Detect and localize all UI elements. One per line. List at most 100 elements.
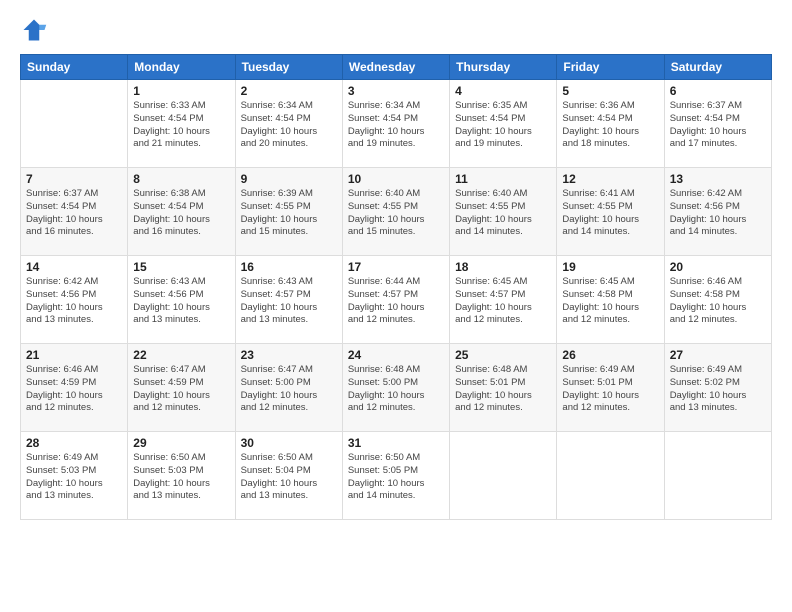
- day-number: 7: [26, 172, 122, 186]
- day-number: 14: [26, 260, 122, 274]
- col-header-saturday: Saturday: [664, 55, 771, 80]
- day-number: 16: [241, 260, 337, 274]
- day-number: 6: [670, 84, 766, 98]
- table-cell: [664, 432, 771, 520]
- col-header-sunday: Sunday: [21, 55, 128, 80]
- calendar-table: SundayMondayTuesdayWednesdayThursdayFrid…: [20, 54, 772, 520]
- table-cell: 27 Sunrise: 6:49 AM Sunset: 5:02 PM Dayli…: [664, 344, 771, 432]
- day-info: Sunrise: 6:34 AM Sunset: 4:54 PM Dayligh…: [241, 100, 337, 151]
- day-number: 19: [562, 260, 658, 274]
- table-cell: 26 Sunrise: 6:49 AM Sunset: 5:01 PM Dayli…: [557, 344, 664, 432]
- table-cell: 29 Sunrise: 6:50 AM Sunset: 5:03 PM Dayli…: [128, 432, 235, 520]
- logo: [20, 16, 52, 44]
- day-number: 18: [455, 260, 551, 274]
- table-cell: 17 Sunrise: 6:44 AM Sunset: 4:57 PM Dayli…: [342, 256, 449, 344]
- day-number: 24: [348, 348, 444, 362]
- table-cell: [557, 432, 664, 520]
- day-number: 20: [670, 260, 766, 274]
- day-number: 17: [348, 260, 444, 274]
- table-cell: 5 Sunrise: 6:36 AM Sunset: 4:54 PM Daylig…: [557, 80, 664, 168]
- day-number: 15: [133, 260, 229, 274]
- day-info: Sunrise: 6:34 AM Sunset: 4:54 PM Dayligh…: [348, 100, 444, 151]
- day-number: 12: [562, 172, 658, 186]
- day-info: Sunrise: 6:49 AM Sunset: 5:01 PM Dayligh…: [562, 364, 658, 415]
- table-cell: 11 Sunrise: 6:40 AM Sunset: 4:55 PM Dayli…: [450, 168, 557, 256]
- day-number: 28: [26, 436, 122, 450]
- day-info: Sunrise: 6:50 AM Sunset: 5:03 PM Dayligh…: [133, 452, 229, 503]
- day-number: 26: [562, 348, 658, 362]
- table-cell: 12 Sunrise: 6:41 AM Sunset: 4:55 PM Dayli…: [557, 168, 664, 256]
- day-info: Sunrise: 6:37 AM Sunset: 4:54 PM Dayligh…: [670, 100, 766, 151]
- day-info: Sunrise: 6:38 AM Sunset: 4:54 PM Dayligh…: [133, 188, 229, 239]
- day-number: 1: [133, 84, 229, 98]
- table-cell: 16 Sunrise: 6:43 AM Sunset: 4:57 PM Dayli…: [235, 256, 342, 344]
- day-info: Sunrise: 6:44 AM Sunset: 4:57 PM Dayligh…: [348, 276, 444, 327]
- day-info: Sunrise: 6:41 AM Sunset: 4:55 PM Dayligh…: [562, 188, 658, 239]
- page: SundayMondayTuesdayWednesdayThursdayFrid…: [0, 0, 792, 612]
- day-number: 31: [348, 436, 444, 450]
- table-cell: 31Sunrise: 6:50 AM Sunset: 5:05 PM Dayli…: [342, 432, 449, 520]
- day-info: Sunrise: 6:39 AM Sunset: 4:55 PM Dayligh…: [241, 188, 337, 239]
- day-info: Sunrise: 6:42 AM Sunset: 4:56 PM Dayligh…: [670, 188, 766, 239]
- day-number: 9: [241, 172, 337, 186]
- day-number: 25: [455, 348, 551, 362]
- table-cell: 4Sunrise: 6:35 AM Sunset: 4:54 PM Daylig…: [450, 80, 557, 168]
- day-number: 13: [670, 172, 766, 186]
- table-cell: 23 Sunrise: 6:47 AM Sunset: 5:00 PM Dayli…: [235, 344, 342, 432]
- day-number: 11: [455, 172, 551, 186]
- table-cell: 14 Sunrise: 6:42 AM Sunset: 4:56 PM Dayli…: [21, 256, 128, 344]
- table-cell: 22Sunrise: 6:47 AM Sunset: 4:59 PM Dayli…: [128, 344, 235, 432]
- table-cell: 30 Sunrise: 6:50 AM Sunset: 5:04 PM Dayli…: [235, 432, 342, 520]
- header: [20, 16, 772, 44]
- day-info: Sunrise: 6:46 AM Sunset: 4:58 PM Dayligh…: [670, 276, 766, 327]
- table-cell: 20 Sunrise: 6:46 AM Sunset: 4:58 PM Dayli…: [664, 256, 771, 344]
- day-info: Sunrise: 6:50 AM Sunset: 5:04 PM Dayligh…: [241, 452, 337, 503]
- day-info: Sunrise: 6:40 AM Sunset: 4:55 PM Dayligh…: [455, 188, 551, 239]
- table-cell: 7 Sunrise: 6:37 AM Sunset: 4:54 PM Daylig…: [21, 168, 128, 256]
- day-info: Sunrise: 6:49 AM Sunset: 5:03 PM Dayligh…: [26, 452, 122, 503]
- col-header-wednesday: Wednesday: [342, 55, 449, 80]
- day-number: 5: [562, 84, 658, 98]
- day-number: 29: [133, 436, 229, 450]
- table-cell: 18 Sunrise: 6:45 AM Sunset: 4:57 PM Dayli…: [450, 256, 557, 344]
- day-number: 30: [241, 436, 337, 450]
- table-cell: 3Sunrise: 6:34 AM Sunset: 4:54 PM Daylig…: [342, 80, 449, 168]
- day-info: Sunrise: 6:35 AM Sunset: 4:54 PM Dayligh…: [455, 100, 551, 151]
- table-cell: 25 Sunrise: 6:48 AM Sunset: 5:01 PM Dayli…: [450, 344, 557, 432]
- table-cell: 13 Sunrise: 6:42 AM Sunset: 4:56 PM Dayli…: [664, 168, 771, 256]
- day-info: Sunrise: 6:37 AM Sunset: 4:54 PM Dayligh…: [26, 188, 122, 239]
- day-info: Sunrise: 6:49 AM Sunset: 5:02 PM Dayligh…: [670, 364, 766, 415]
- table-cell: 28 Sunrise: 6:49 AM Sunset: 5:03 PM Dayli…: [21, 432, 128, 520]
- col-header-friday: Friday: [557, 55, 664, 80]
- day-number: 23: [241, 348, 337, 362]
- table-cell: 19 Sunrise: 6:45 AM Sunset: 4:58 PM Dayli…: [557, 256, 664, 344]
- table-cell: [450, 432, 557, 520]
- day-info: Sunrise: 6:48 AM Sunset: 5:01 PM Dayligh…: [455, 364, 551, 415]
- day-info: Sunrise: 6:43 AM Sunset: 4:56 PM Dayligh…: [133, 276, 229, 327]
- table-cell: [21, 80, 128, 168]
- day-info: Sunrise: 6:40 AM Sunset: 4:55 PM Dayligh…: [348, 188, 444, 239]
- day-info: Sunrise: 6:45 AM Sunset: 4:57 PM Dayligh…: [455, 276, 551, 327]
- day-number: 10: [348, 172, 444, 186]
- table-cell: 21 Sunrise: 6:46 AM Sunset: 4:59 PM Dayli…: [21, 344, 128, 432]
- table-cell: 15 Sunrise: 6:43 AM Sunset: 4:56 PM Dayli…: [128, 256, 235, 344]
- table-cell: 8Sunrise: 6:38 AM Sunset: 4:54 PM Daylig…: [128, 168, 235, 256]
- day-info: Sunrise: 6:42 AM Sunset: 4:56 PM Dayligh…: [26, 276, 122, 327]
- day-info: Sunrise: 6:47 AM Sunset: 5:00 PM Dayligh…: [241, 364, 337, 415]
- table-cell: 1Sunrise: 6:33 AM Sunset: 4:54 PM Daylig…: [128, 80, 235, 168]
- table-cell: 6 Sunrise: 6:37 AM Sunset: 4:54 PM Daylig…: [664, 80, 771, 168]
- col-header-monday: Monday: [128, 55, 235, 80]
- day-number: 2: [241, 84, 337, 98]
- day-info: Sunrise: 6:43 AM Sunset: 4:57 PM Dayligh…: [241, 276, 337, 327]
- day-info: Sunrise: 6:46 AM Sunset: 4:59 PM Dayligh…: [26, 364, 122, 415]
- day-info: Sunrise: 6:36 AM Sunset: 4:54 PM Dayligh…: [562, 100, 658, 151]
- day-info: Sunrise: 6:47 AM Sunset: 4:59 PM Dayligh…: [133, 364, 229, 415]
- logo-icon: [20, 16, 48, 44]
- day-info: Sunrise: 6:45 AM Sunset: 4:58 PM Dayligh…: [562, 276, 658, 327]
- table-cell: 2 Sunrise: 6:34 AM Sunset: 4:54 PM Daylig…: [235, 80, 342, 168]
- table-cell: 24Sunrise: 6:48 AM Sunset: 5:00 PM Dayli…: [342, 344, 449, 432]
- day-number: 27: [670, 348, 766, 362]
- table-cell: 9 Sunrise: 6:39 AM Sunset: 4:55 PM Daylig…: [235, 168, 342, 256]
- table-cell: 10 Sunrise: 6:40 AM Sunset: 4:55 PM Dayli…: [342, 168, 449, 256]
- day-number: 21: [26, 348, 122, 362]
